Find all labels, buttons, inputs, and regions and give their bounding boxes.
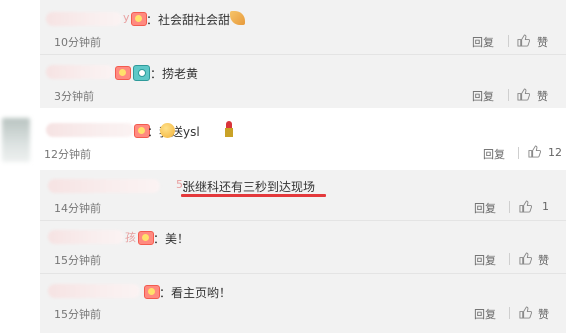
reply-button[interactable]: 回复 <box>474 306 496 322</box>
reply-button[interactable]: 回复 <box>483 146 505 162</box>
like-button[interactable]: 赞 <box>538 306 549 322</box>
action-divider <box>518 147 519 159</box>
reply-button[interactable]: 回复 <box>472 88 494 104</box>
like-count: 1 <box>542 200 549 213</box>
commenter-name-tail: y <box>123 11 130 24</box>
like-thumb-icon[interactable] <box>517 88 530 101</box>
vip-badge-icon <box>131 12 147 26</box>
comment-text: ：捞老黄 <box>150 67 199 81</box>
commenter-name[interactable] <box>46 123 134 137</box>
camera-emoji-icon <box>133 65 150 81</box>
comment-text: ：美！ <box>153 232 190 246</box>
lipstick-emoji-icon <box>225 121 233 137</box>
like-thumb-icon[interactable] <box>519 306 532 319</box>
vip-badge-icon <box>144 285 160 299</box>
action-divider <box>508 89 509 101</box>
comment-time: 15分钟前 <box>54 254 101 267</box>
action-divider <box>509 307 510 319</box>
action-divider <box>508 35 509 47</box>
like-thumb-icon[interactable] <box>519 200 532 213</box>
comment-time: 12分钟前 <box>44 148 91 161</box>
commenter-name-tail: 孩 <box>125 231 136 244</box>
comment-time: 3分钟前 <box>54 90 94 103</box>
like-button[interactable]: 赞 <box>537 88 548 104</box>
smile-emoji-icon <box>160 123 175 138</box>
commenter-name[interactable] <box>48 284 140 298</box>
action-divider <box>509 253 510 265</box>
comment-text: 张继科还有三秒到达现场 <box>183 180 316 194</box>
commenter-name[interactable] <box>46 12 122 26</box>
reply-button[interactable]: 回复 <box>474 252 496 268</box>
like-button[interactable]: 赞 <box>538 252 549 268</box>
reply-group-2: 5 ： 张继科还有三秒到达现场 14分钟前 回复 1 孩 ：美！ 15分钟前 回… <box>40 170 566 333</box>
like-thumb-icon[interactable] <box>519 252 532 265</box>
divider-line <box>40 54 566 55</box>
commenter-name[interactable] <box>48 230 124 244</box>
praying-hands-emoji-icon <box>230 11 245 25</box>
like-button[interactable]: 赞 <box>537 34 548 50</box>
comment-time: 14分钟前 <box>54 202 101 215</box>
vip-badge-icon <box>138 231 154 245</box>
commenter-name[interactable] <box>46 65 114 79</box>
avatar[interactable] <box>2 118 30 162</box>
divider-line <box>40 273 566 274</box>
reply-button[interactable]: 回复 <box>474 200 496 216</box>
comment-text: ：社会甜社会甜 <box>146 13 231 27</box>
action-divider <box>509 201 510 213</box>
vip-badge-icon <box>115 66 131 80</box>
like-thumb-icon[interactable] <box>528 145 541 158</box>
like-count: 12 <box>548 146 562 159</box>
reply-group-1: y ：社会甜社会甜 10分钟前 回复 赞 ：捞老黄 3分钟前 回复 赞 <box>40 0 566 108</box>
commenter-name[interactable] <box>48 179 160 193</box>
comment-time: 10分钟前 <box>54 36 101 49</box>
highlight-underline <box>181 194 326 197</box>
like-thumb-icon[interactable] <box>517 34 530 47</box>
comment-time: 15分钟前 <box>54 308 101 321</box>
reply-button[interactable]: 回复 <box>472 34 494 50</box>
divider-line <box>40 220 566 221</box>
comment-text: ：看主页哟！ <box>159 286 232 300</box>
